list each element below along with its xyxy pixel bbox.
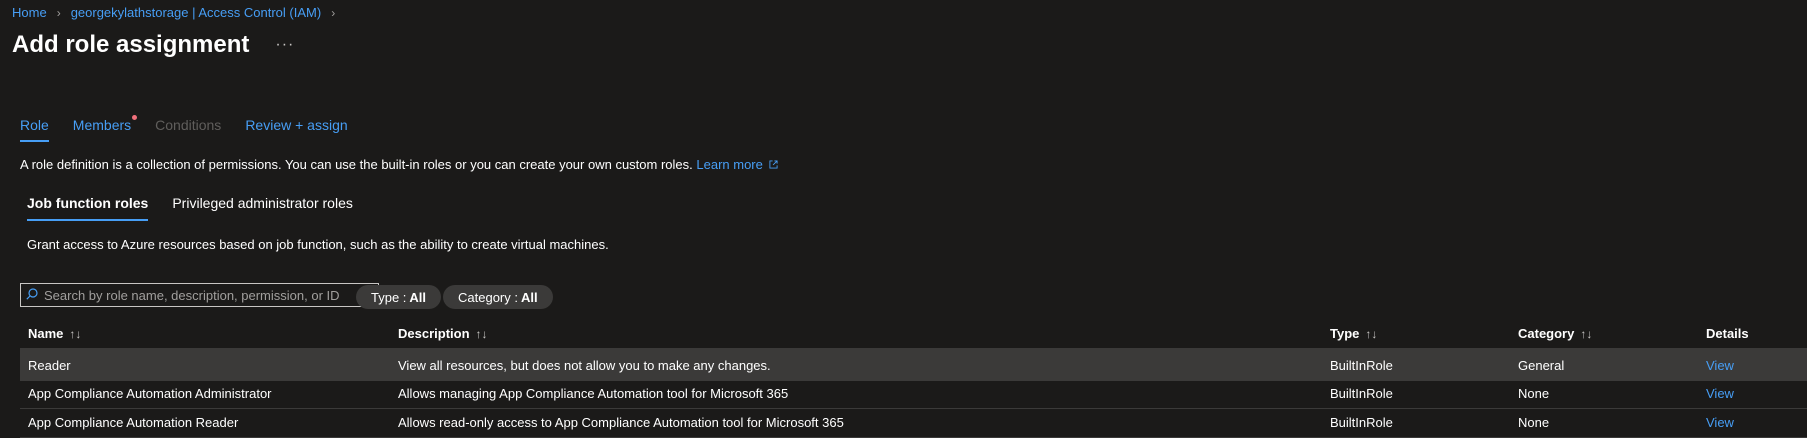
role-category: None — [1518, 415, 1550, 430]
type-filter-label: Type : — [371, 289, 407, 305]
role-type: BuiltInRole — [1330, 415, 1393, 430]
search-icon — [21, 287, 38, 303]
sort-icon: ↑↓ — [1580, 327, 1593, 341]
tab-job-function-roles[interactable]: Job function roles — [27, 195, 149, 221]
more-options-icon[interactable]: ··· — [275, 36, 294, 54]
column-header-label: Category — [1518, 326, 1575, 341]
table-row[interactable]: App Compliance Automation Administrator … — [20, 377, 1807, 409]
role-description: Allows read-only access to App Complianc… — [398, 415, 844, 430]
view-details-link[interactable]: View — [1706, 386, 1734, 401]
role-description: Allows managing App Compliance Automatio… — [398, 386, 789, 401]
column-header-details: Details — [1706, 326, 1749, 341]
category-filter-pill[interactable]: Category : All — [443, 285, 553, 309]
column-header-type[interactable]: Type ↑↓ — [1330, 326, 1377, 341]
column-header-name[interactable]: Name ↑↓ — [28, 326, 81, 341]
role-type: BuiltInRole — [1330, 358, 1393, 373]
column-header-category[interactable]: Category ↑↓ — [1518, 326, 1592, 341]
chevron-right-icon: › — [56, 5, 61, 20]
role-type-tabs: Job function roles Privileged administra… — [27, 195, 377, 221]
column-header-label: Type — [1330, 326, 1360, 341]
tab-role[interactable]: Role — [20, 117, 49, 142]
intro-description: A role definition is a collection of per… — [20, 157, 693, 172]
search-input[interactable] — [38, 287, 378, 303]
external-link-icon — [769, 160, 779, 172]
search-box — [20, 283, 379, 307]
category-filter-value: All — [520, 289, 538, 305]
column-header-description[interactable]: Description ↑↓ — [398, 326, 488, 341]
sort-icon: ↑↓ — [1365, 327, 1378, 341]
intro-text: A role definition is a collection of per… — [20, 157, 779, 172]
column-header-label: Description — [398, 326, 470, 341]
role-type: BuiltInRole — [1330, 386, 1393, 401]
learn-more-link[interactable]: Learn more — [696, 157, 762, 172]
view-details-link[interactable]: View — [1706, 358, 1734, 373]
required-dot-icon — [132, 115, 138, 120]
table-row[interactable]: App Compliance Automation Reader Allows … — [20, 406, 1807, 438]
chevron-right-icon: › — [331, 5, 336, 20]
tab-members-label: Members — [72, 117, 132, 133]
breadcrumb: Home › georgekylathstorage | Access Cont… — [12, 5, 335, 20]
role-category: None — [1518, 386, 1550, 401]
tab-review-assign[interactable]: Review + assign — [245, 117, 347, 142]
type-filter-value: All — [409, 289, 427, 305]
role-category: General — [1518, 358, 1565, 373]
subtab-description: Grant access to Azure resources based on… — [27, 237, 609, 252]
role-name: App Compliance Automation Administrator — [28, 386, 272, 401]
tab-conditions: Conditions — [155, 117, 222, 133]
view-details-link[interactable]: View — [1706, 415, 1734, 430]
table-header: Name ↑↓ Description ↑↓ Type ↑↓ Category ↑↓ D… — [20, 317, 1807, 349]
wizard-tabs: Role Members Conditions Review + assign — [20, 115, 372, 142]
role-description: View all resources, but does not allow y… — [398, 358, 771, 373]
type-filter-pill[interactable]: Type : All — [356, 285, 442, 309]
column-header-label: Name — [28, 326, 64, 341]
breadcrumb-home-link[interactable]: Home — [12, 5, 47, 20]
tab-members[interactable]: Members — [72, 115, 138, 142]
category-filter-label: Category : — [458, 289, 518, 305]
role-name: Reader — [28, 358, 71, 373]
page-title: Add role assignment — [12, 31, 250, 58]
role-name: App Compliance Automation Reader — [28, 415, 239, 430]
breadcrumb-iam-link[interactable]: georgekylathstorage | Access Control (IA… — [71, 5, 322, 20]
sort-icon: ↑↓ — [475, 327, 488, 341]
tab-privileged-admin-roles[interactable]: Privileged administrator roles — [172, 195, 353, 221]
title-row: Add role assignment ··· — [12, 31, 294, 59]
sort-icon: ↑↓ — [69, 327, 82, 341]
